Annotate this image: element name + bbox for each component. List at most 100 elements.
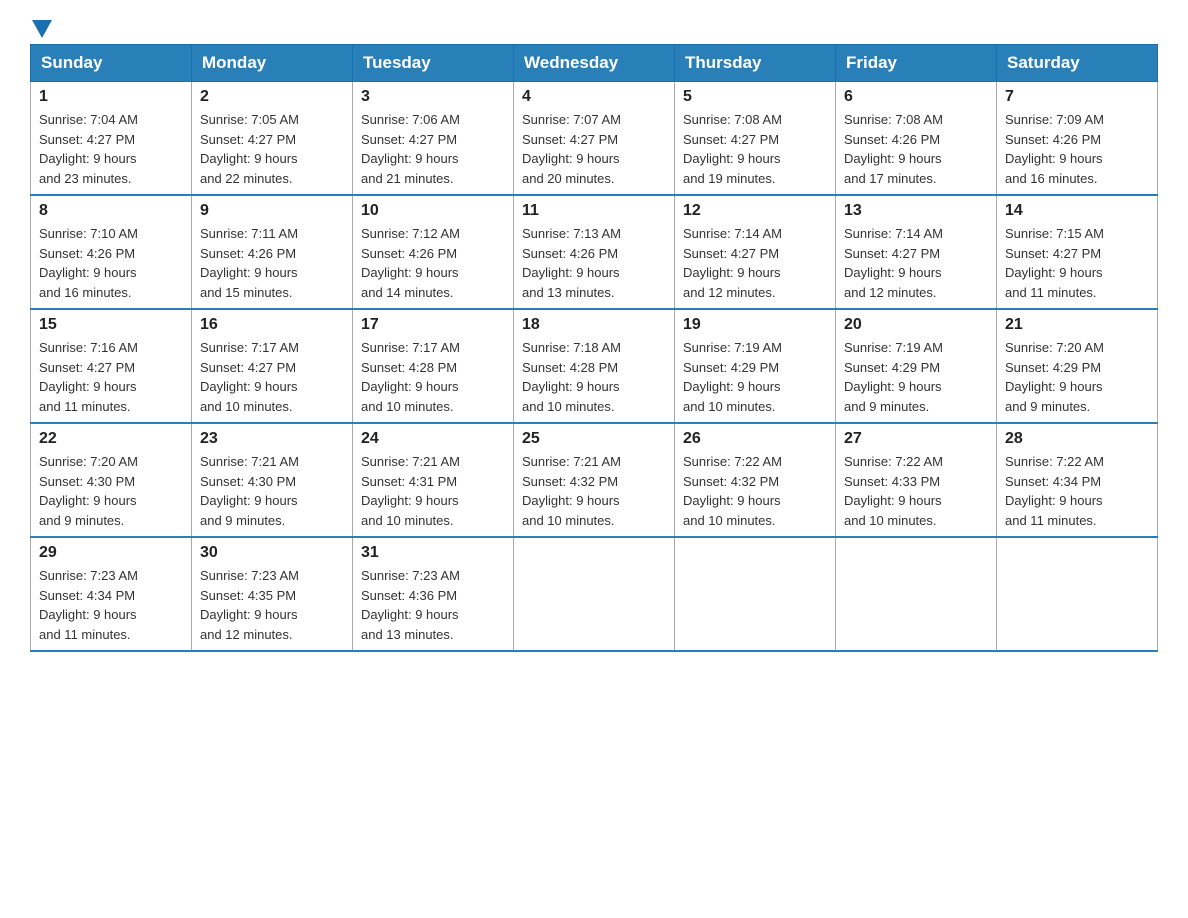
day-number: 19 (683, 316, 827, 334)
calendar-cell (997, 537, 1158, 651)
day-info: Sunrise: 7:21 AM Sunset: 4:32 PM Dayligh… (522, 452, 666, 530)
day-info: Sunrise: 7:18 AM Sunset: 4:28 PM Dayligh… (522, 338, 666, 416)
calendar-cell: 23 Sunrise: 7:21 AM Sunset: 4:30 PM Dayl… (192, 423, 353, 537)
day-info: Sunrise: 7:20 AM Sunset: 4:29 PM Dayligh… (1005, 338, 1149, 416)
day-info: Sunrise: 7:23 AM Sunset: 4:35 PM Dayligh… (200, 566, 344, 644)
calendar-header: SundayMondayTuesdayWednesdayThursdayFrid… (31, 45, 1158, 82)
day-of-week-tuesday: Tuesday (353, 45, 514, 82)
day-info: Sunrise: 7:19 AM Sunset: 4:29 PM Dayligh… (683, 338, 827, 416)
calendar-cell: 5 Sunrise: 7:08 AM Sunset: 4:27 PM Dayli… (675, 82, 836, 196)
day-info: Sunrise: 7:21 AM Sunset: 4:30 PM Dayligh… (200, 452, 344, 530)
calendar-cell: 22 Sunrise: 7:20 AM Sunset: 4:30 PM Dayl… (31, 423, 192, 537)
calendar-cell: 31 Sunrise: 7:23 AM Sunset: 4:36 PM Dayl… (353, 537, 514, 651)
day-number: 14 (1005, 202, 1149, 220)
day-info: Sunrise: 7:20 AM Sunset: 4:30 PM Dayligh… (39, 452, 183, 530)
calendar-table: SundayMondayTuesdayWednesdayThursdayFrid… (30, 44, 1158, 652)
calendar-cell: 10 Sunrise: 7:12 AM Sunset: 4:26 PM Dayl… (353, 195, 514, 309)
calendar-cell (675, 537, 836, 651)
day-info: Sunrise: 7:12 AM Sunset: 4:26 PM Dayligh… (361, 224, 505, 302)
day-number: 4 (522, 88, 666, 106)
calendar-cell: 26 Sunrise: 7:22 AM Sunset: 4:32 PM Dayl… (675, 423, 836, 537)
day-number: 22 (39, 430, 183, 448)
day-number: 11 (522, 202, 666, 220)
day-number: 25 (522, 430, 666, 448)
day-number: 13 (844, 202, 988, 220)
calendar-cell: 19 Sunrise: 7:19 AM Sunset: 4:29 PM Dayl… (675, 309, 836, 423)
day-info: Sunrise: 7:10 AM Sunset: 4:26 PM Dayligh… (39, 224, 183, 302)
day-number: 24 (361, 430, 505, 448)
day-info: Sunrise: 7:16 AM Sunset: 4:27 PM Dayligh… (39, 338, 183, 416)
calendar-cell: 21 Sunrise: 7:20 AM Sunset: 4:29 PM Dayl… (997, 309, 1158, 423)
logo (30, 20, 54, 34)
calendar-cell: 17 Sunrise: 7:17 AM Sunset: 4:28 PM Dayl… (353, 309, 514, 423)
calendar-cell: 7 Sunrise: 7:09 AM Sunset: 4:26 PM Dayli… (997, 82, 1158, 196)
calendar-cell: 30 Sunrise: 7:23 AM Sunset: 4:35 PM Dayl… (192, 537, 353, 651)
day-info: Sunrise: 7:22 AM Sunset: 4:33 PM Dayligh… (844, 452, 988, 530)
calendar-week-row: 1 Sunrise: 7:04 AM Sunset: 4:27 PM Dayli… (31, 82, 1158, 196)
logo-triangle-icon (32, 20, 52, 38)
day-number: 20 (844, 316, 988, 334)
day-number: 18 (522, 316, 666, 334)
day-info: Sunrise: 7:17 AM Sunset: 4:27 PM Dayligh… (200, 338, 344, 416)
calendar-cell: 24 Sunrise: 7:21 AM Sunset: 4:31 PM Dayl… (353, 423, 514, 537)
day-info: Sunrise: 7:09 AM Sunset: 4:26 PM Dayligh… (1005, 110, 1149, 188)
calendar-cell: 20 Sunrise: 7:19 AM Sunset: 4:29 PM Dayl… (836, 309, 997, 423)
day-number: 15 (39, 316, 183, 334)
days-of-week-row: SundayMondayTuesdayWednesdayThursdayFrid… (31, 45, 1158, 82)
day-number: 26 (683, 430, 827, 448)
day-info: Sunrise: 7:14 AM Sunset: 4:27 PM Dayligh… (844, 224, 988, 302)
calendar-cell: 16 Sunrise: 7:17 AM Sunset: 4:27 PM Dayl… (192, 309, 353, 423)
day-info: Sunrise: 7:08 AM Sunset: 4:27 PM Dayligh… (683, 110, 827, 188)
day-info: Sunrise: 7:21 AM Sunset: 4:31 PM Dayligh… (361, 452, 505, 530)
calendar-cell: 27 Sunrise: 7:22 AM Sunset: 4:33 PM Dayl… (836, 423, 997, 537)
day-number: 17 (361, 316, 505, 334)
day-info: Sunrise: 7:11 AM Sunset: 4:26 PM Dayligh… (200, 224, 344, 302)
day-of-week-monday: Monday (192, 45, 353, 82)
day-number: 16 (200, 316, 344, 334)
calendar-week-row: 29 Sunrise: 7:23 AM Sunset: 4:34 PM Dayl… (31, 537, 1158, 651)
calendar-week-row: 22 Sunrise: 7:20 AM Sunset: 4:30 PM Dayl… (31, 423, 1158, 537)
day-of-week-thursday: Thursday (675, 45, 836, 82)
calendar-week-row: 8 Sunrise: 7:10 AM Sunset: 4:26 PM Dayli… (31, 195, 1158, 309)
day-info: Sunrise: 7:22 AM Sunset: 4:32 PM Dayligh… (683, 452, 827, 530)
day-info: Sunrise: 7:22 AM Sunset: 4:34 PM Dayligh… (1005, 452, 1149, 530)
day-number: 9 (200, 202, 344, 220)
day-info: Sunrise: 7:04 AM Sunset: 4:27 PM Dayligh… (39, 110, 183, 188)
day-number: 12 (683, 202, 827, 220)
day-number: 2 (200, 88, 344, 106)
day-of-week-friday: Friday (836, 45, 997, 82)
calendar-cell: 18 Sunrise: 7:18 AM Sunset: 4:28 PM Dayl… (514, 309, 675, 423)
day-of-week-wednesday: Wednesday (514, 45, 675, 82)
day-number: 7 (1005, 88, 1149, 106)
day-number: 30 (200, 544, 344, 562)
day-of-week-saturday: Saturday (997, 45, 1158, 82)
calendar-cell: 14 Sunrise: 7:15 AM Sunset: 4:27 PM Dayl… (997, 195, 1158, 309)
day-info: Sunrise: 7:19 AM Sunset: 4:29 PM Dayligh… (844, 338, 988, 416)
day-info: Sunrise: 7:08 AM Sunset: 4:26 PM Dayligh… (844, 110, 988, 188)
calendar-cell: 25 Sunrise: 7:21 AM Sunset: 4:32 PM Dayl… (514, 423, 675, 537)
calendar-cell: 2 Sunrise: 7:05 AM Sunset: 4:27 PM Dayli… (192, 82, 353, 196)
day-number: 31 (361, 544, 505, 562)
calendar-cell: 28 Sunrise: 7:22 AM Sunset: 4:34 PM Dayl… (997, 423, 1158, 537)
day-of-week-sunday: Sunday (31, 45, 192, 82)
calendar-week-row: 15 Sunrise: 7:16 AM Sunset: 4:27 PM Dayl… (31, 309, 1158, 423)
day-number: 5 (683, 88, 827, 106)
calendar-cell: 1 Sunrise: 7:04 AM Sunset: 4:27 PM Dayli… (31, 82, 192, 196)
day-info: Sunrise: 7:13 AM Sunset: 4:26 PM Dayligh… (522, 224, 666, 302)
day-info: Sunrise: 7:17 AM Sunset: 4:28 PM Dayligh… (361, 338, 505, 416)
calendar-cell: 29 Sunrise: 7:23 AM Sunset: 4:34 PM Dayl… (31, 537, 192, 651)
calendar-cell (836, 537, 997, 651)
day-info: Sunrise: 7:15 AM Sunset: 4:27 PM Dayligh… (1005, 224, 1149, 302)
calendar-cell: 12 Sunrise: 7:14 AM Sunset: 4:27 PM Dayl… (675, 195, 836, 309)
day-number: 29 (39, 544, 183, 562)
day-number: 28 (1005, 430, 1149, 448)
day-info: Sunrise: 7:07 AM Sunset: 4:27 PM Dayligh… (522, 110, 666, 188)
calendar-cell: 6 Sunrise: 7:08 AM Sunset: 4:26 PM Dayli… (836, 82, 997, 196)
calendar-cell: 15 Sunrise: 7:16 AM Sunset: 4:27 PM Dayl… (31, 309, 192, 423)
day-number: 3 (361, 88, 505, 106)
day-info: Sunrise: 7:14 AM Sunset: 4:27 PM Dayligh… (683, 224, 827, 302)
calendar-cell: 11 Sunrise: 7:13 AM Sunset: 4:26 PM Dayl… (514, 195, 675, 309)
day-number: 23 (200, 430, 344, 448)
day-number: 21 (1005, 316, 1149, 334)
calendar-cell: 13 Sunrise: 7:14 AM Sunset: 4:27 PM Dayl… (836, 195, 997, 309)
